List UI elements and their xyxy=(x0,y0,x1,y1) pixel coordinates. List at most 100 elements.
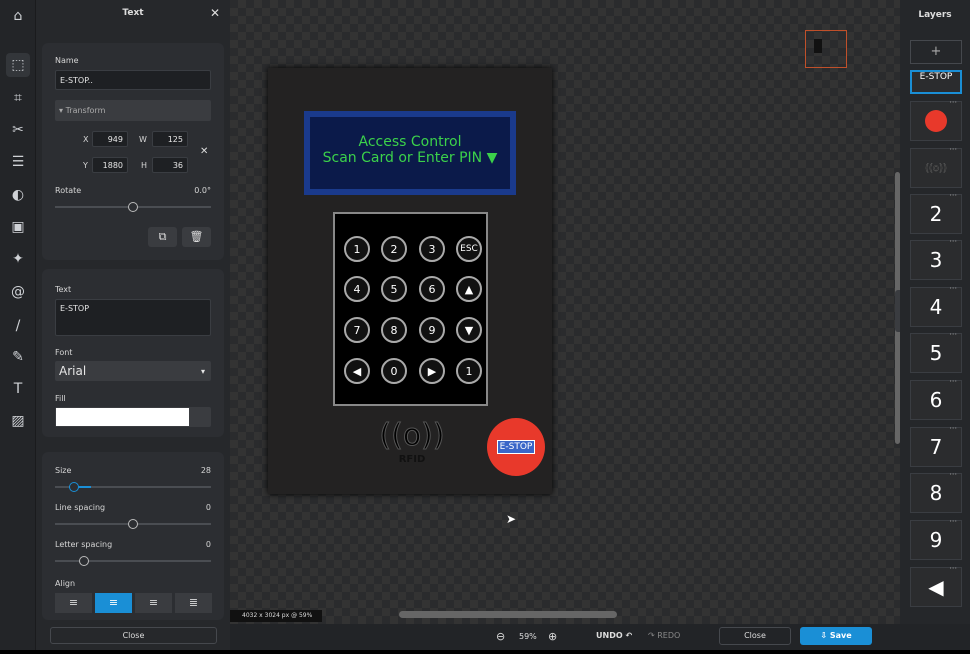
h-label: H xyxy=(141,161,148,170)
h-input[interactable]: 36 xyxy=(152,157,188,173)
close-button[interactable]: Close xyxy=(719,627,791,645)
zoom-in-icon[interactable]: ⊕ xyxy=(548,630,557,643)
pattern-icon[interactable]: ▨ xyxy=(6,409,30,433)
pen-icon[interactable]: ✎ xyxy=(6,345,30,369)
keypad-key: 8 xyxy=(381,317,407,343)
align-right-button[interactable]: ≡ xyxy=(135,593,172,613)
transform-label: Transform xyxy=(65,106,106,115)
w-label: W xyxy=(139,135,147,144)
layer-item[interactable]: E-STOP xyxy=(910,70,962,94)
lcd-screen: Access Control Scan Card or Enter PIN ▼ xyxy=(304,111,516,195)
line-spacing-slider[interactable] xyxy=(55,519,211,529)
layer-item[interactable]: ((o)) ··· xyxy=(910,145,962,188)
layer-menu-icon[interactable]: ··· xyxy=(949,98,957,107)
add-layer-button[interactable]: + xyxy=(910,40,962,64)
y-input[interactable]: 1880 xyxy=(92,157,128,173)
layer-menu-icon[interactable]: ··· xyxy=(949,330,957,339)
w-input[interactable]: 125 xyxy=(152,131,188,147)
layer-item[interactable]: 8 ··· xyxy=(910,470,962,513)
horizontal-scrollbar[interactable] xyxy=(399,611,617,618)
layer-menu-icon[interactable]: ··· xyxy=(949,191,957,200)
tool-sidebar: ⌂ ⬚ ⌗ ✂ ☰ ◐ ▣ ✦ @ / ✎ T ▨ xyxy=(0,0,36,650)
adjust-icon[interactable]: ☰ xyxy=(6,150,30,174)
home-icon[interactable]: ⌂ xyxy=(6,4,30,28)
lcd-line-1: Access Control xyxy=(358,134,462,150)
layer-label: 4 xyxy=(929,295,943,319)
transform-toggle[interactable]: ▾ Transform xyxy=(55,100,211,121)
align-justify-button[interactable]: ≣ xyxy=(175,593,212,613)
layer-item[interactable]: 3 ··· xyxy=(910,237,962,280)
duplicate-button[interactable]: ⧉ xyxy=(148,227,177,247)
layer-menu-icon[interactable]: ··· xyxy=(949,145,957,154)
layer-menu-icon[interactable]: ··· xyxy=(949,424,957,433)
layer-item[interactable]: 6 ··· xyxy=(910,377,962,420)
layer-item[interactable]: 9 ··· xyxy=(910,517,962,560)
align-left-button[interactable]: ≡ xyxy=(55,593,92,613)
layer-menu-icon[interactable]: ··· xyxy=(949,237,957,246)
scissors-icon[interactable]: ✂ xyxy=(6,118,30,142)
x-input[interactable]: 949 xyxy=(92,131,128,147)
zoom-out-icon[interactable]: ⊖ xyxy=(496,630,505,643)
contrast-icon[interactable]: ◐ xyxy=(6,183,30,207)
lock-ratio-icon[interactable]: ✕ xyxy=(200,146,208,157)
keypad-key: 2 xyxy=(381,236,407,262)
close-icon[interactable]: ✕ xyxy=(210,6,220,20)
panel-title: Text xyxy=(122,8,144,18)
rfid-thumbnail: ((o)) xyxy=(925,162,947,174)
letter-spacing-slider[interactable] xyxy=(55,556,211,566)
layer-item[interactable]: 5 ··· xyxy=(910,330,962,373)
letter-spacing-value: 0 xyxy=(205,540,211,549)
delete-button[interactable]: 🗑 xyxy=(182,227,211,247)
layer-label: E-STOP xyxy=(919,72,953,82)
layer-menu-icon[interactable]: ··· xyxy=(949,470,957,479)
text-icon[interactable]: T xyxy=(6,377,30,401)
layer-item[interactable]: 2 ··· xyxy=(910,191,962,234)
rfid-label: RFID xyxy=(398,454,426,465)
layer-menu-icon[interactable]: ··· xyxy=(949,517,957,526)
layer-label: 5 xyxy=(929,341,943,365)
layer-label: 2 xyxy=(929,202,943,226)
layer-label: 6 xyxy=(929,388,943,412)
filter-icon[interactable]: ▣ xyxy=(6,215,30,239)
layer-menu-icon[interactable]: ··· xyxy=(949,564,957,573)
redo-button[interactable]: ↷ REDO xyxy=(648,631,680,640)
keypad-key: 4 xyxy=(344,276,370,302)
text-panel: Text ✕ Name E-STOP.. ▾ Transform X 949 W… xyxy=(36,0,230,650)
sparkle-icon[interactable]: ✦ xyxy=(6,247,30,271)
layer-label: ◀ xyxy=(928,575,944,599)
layer-menu-icon[interactable]: ··· xyxy=(949,377,957,386)
download-icon: ⇩ xyxy=(820,631,828,640)
crop-icon[interactable]: ⌗ xyxy=(6,86,30,110)
font-select[interactable]: Arial ▾ xyxy=(55,361,211,381)
undo-button[interactable]: UNDO ↶ xyxy=(596,631,632,640)
name-input[interactable]: E-STOP.. xyxy=(55,70,211,90)
dropdown-icon: ▾ xyxy=(200,366,205,376)
align-center-button[interactable]: ≡ xyxy=(95,593,132,613)
layers-panel: Layers + E-STOP ··· ((o)) ··· 2 ··· 3 ··· 4 ··· 5 ·… xyxy=(900,0,970,650)
keypad-key: ▶ xyxy=(419,358,445,384)
layer-menu-icon[interactable]: ··· xyxy=(949,284,957,293)
save-label: Save xyxy=(829,631,852,640)
layer-item[interactable]: ··· xyxy=(910,98,962,141)
rotate-slider[interactable] xyxy=(55,202,211,212)
estop-label[interactable]: E-STOP xyxy=(496,440,536,454)
y-label: Y xyxy=(83,161,88,170)
text-input[interactable]: E-STOP xyxy=(55,299,211,336)
size-slider[interactable] xyxy=(55,482,211,492)
layer-item[interactable]: 7 ··· xyxy=(910,424,962,467)
minimap[interactable] xyxy=(805,30,847,68)
layer-label: 7 xyxy=(929,435,943,459)
select-tool-icon[interactable]: ⬚ xyxy=(6,53,30,77)
estop-button[interactable]: E-STOP xyxy=(487,418,545,476)
redo-icon: ↷ xyxy=(648,631,655,640)
keypad: 1 2 3 ESC 4 5 6 ▲ 7 8 9 ▼ ◀ 0 ▶ 1 xyxy=(333,212,488,406)
layer-item[interactable]: 4 ··· xyxy=(910,284,962,327)
save-button[interactable]: ⇩ Save xyxy=(800,627,872,645)
line-spacing-label: Line spacing xyxy=(55,503,106,512)
panel-close-button[interactable]: Close xyxy=(50,627,217,644)
layer-item[interactable]: ◀ ··· xyxy=(910,564,962,607)
spiral-icon[interactable]: @ xyxy=(6,280,30,304)
canvas[interactable]: Access Control Scan Card or Enter PIN ▼ … xyxy=(230,0,907,624)
brush-icon[interactable]: / xyxy=(6,314,30,338)
fill-color-picker[interactable] xyxy=(55,407,211,427)
